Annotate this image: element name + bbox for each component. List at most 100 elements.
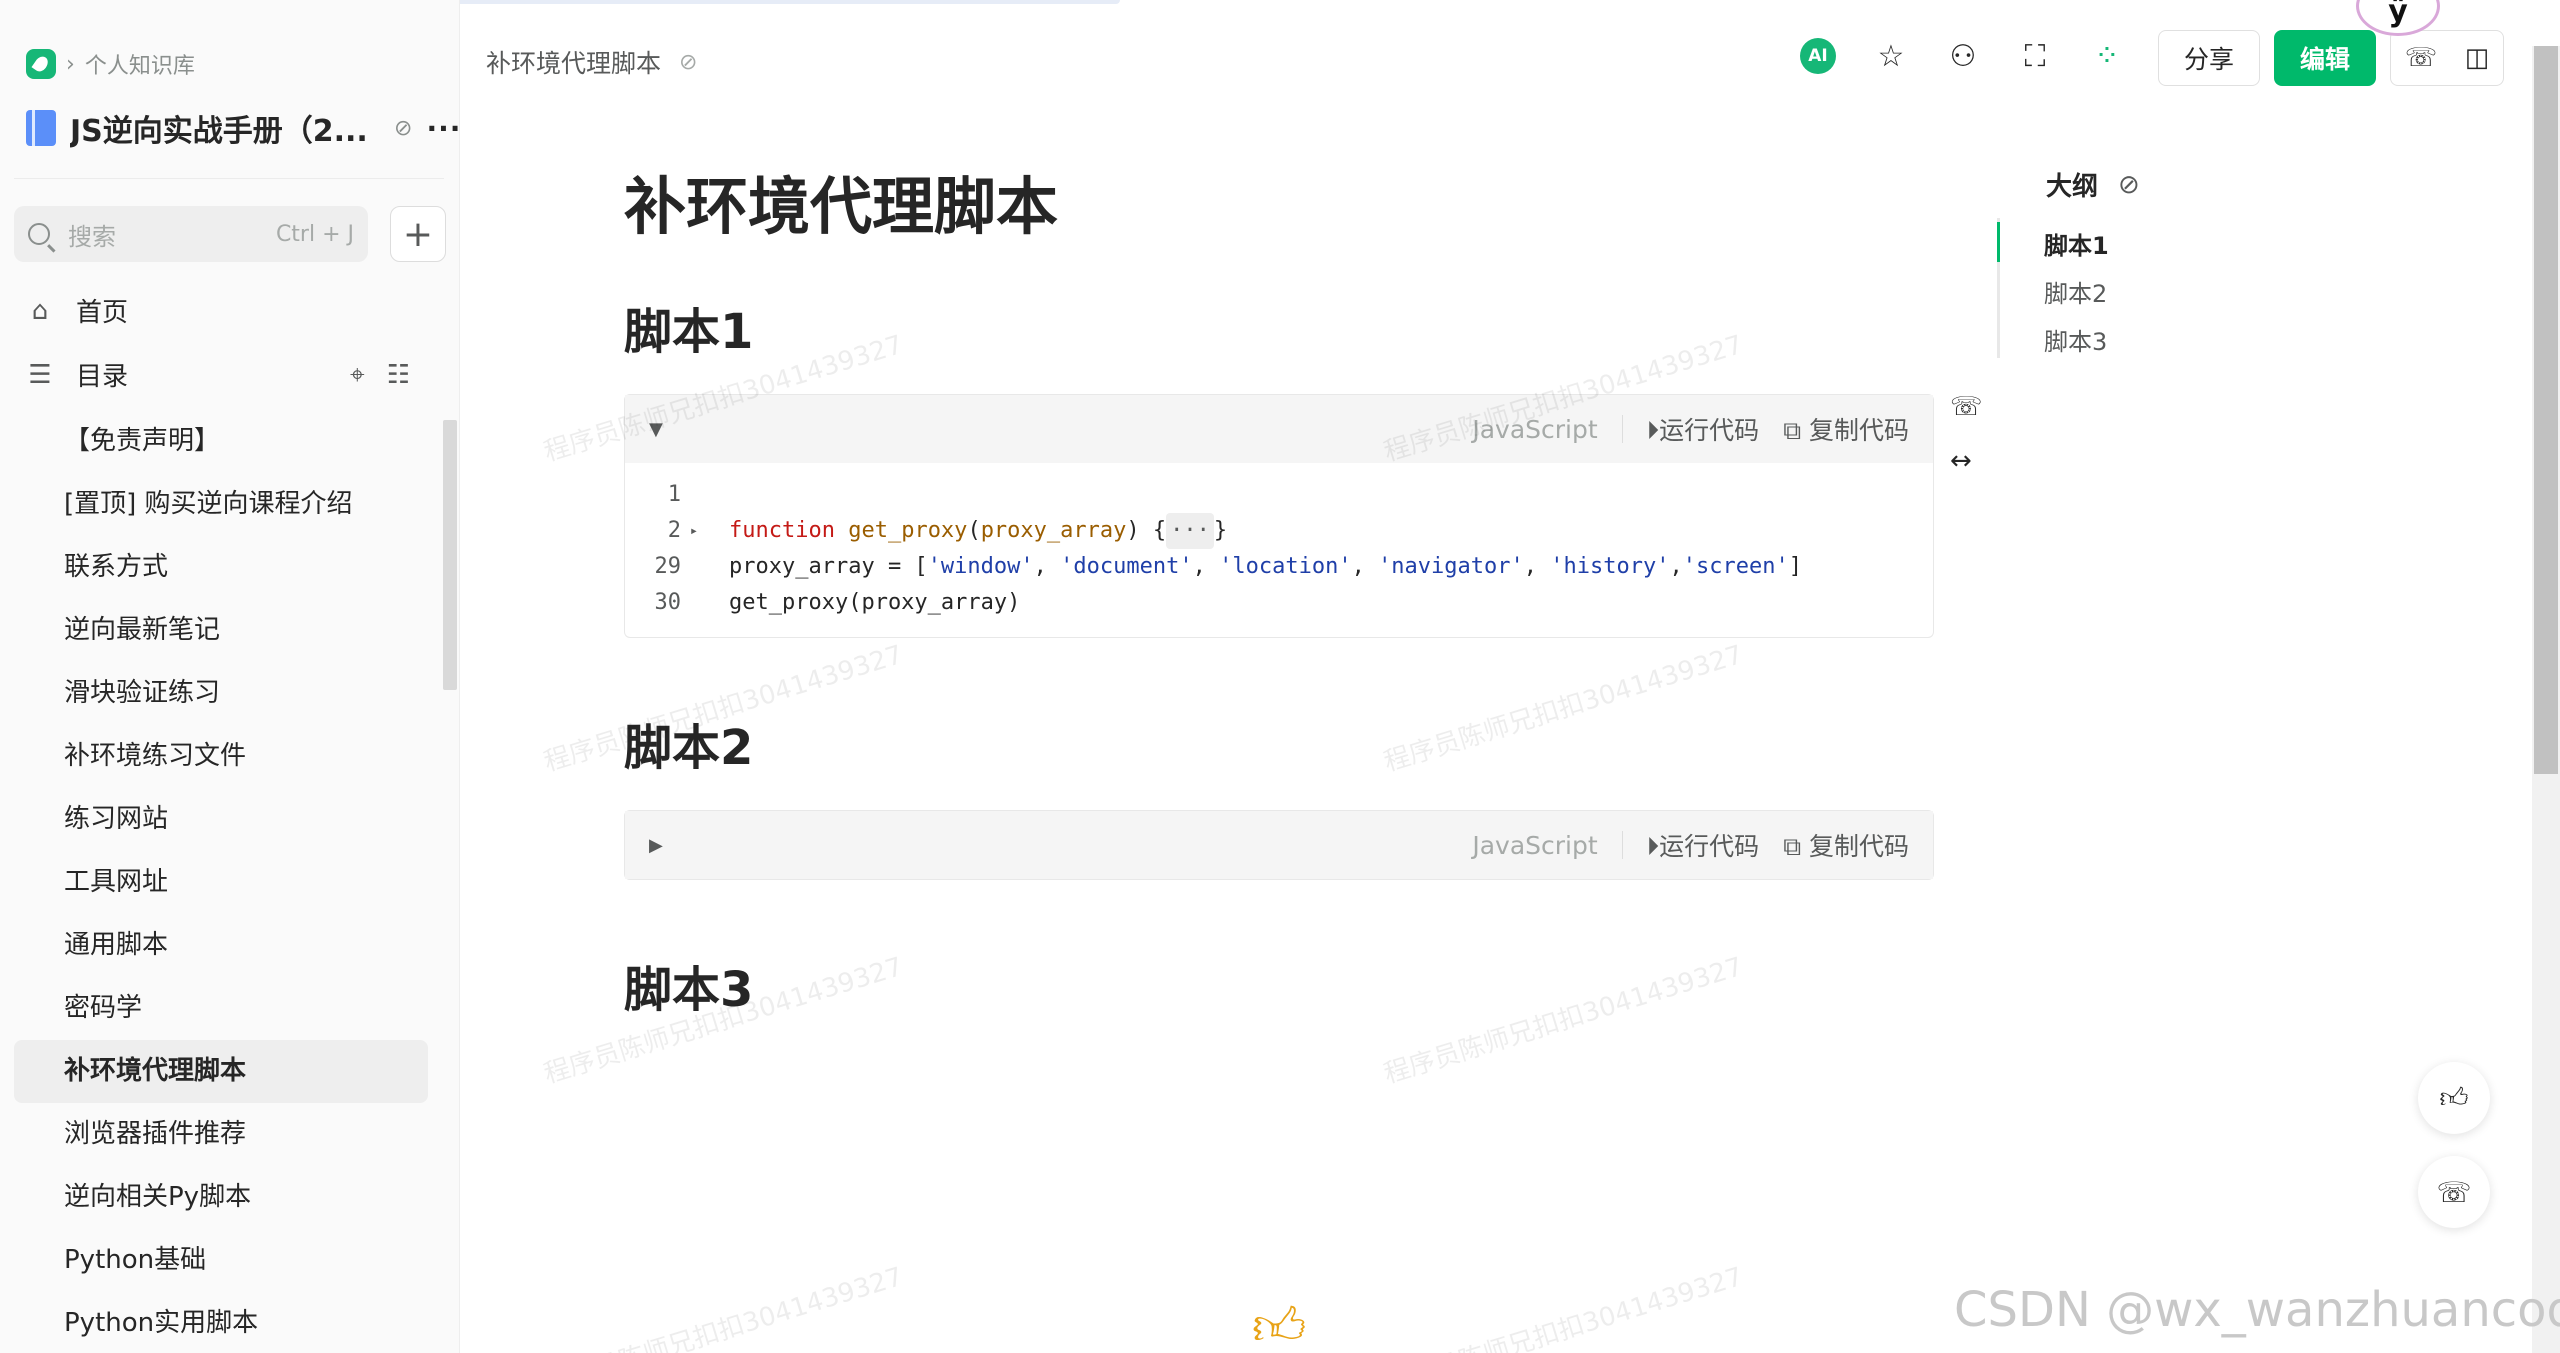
toc-item[interactable]: 逆向最新笔记: [14, 599, 428, 662]
line-number: 2: [667, 518, 681, 543]
toc-item[interactable]: 浏览器插件推荐: [14, 1103, 428, 1166]
run-code-button[interactable]: ⏵运行代码: [1647, 411, 1760, 447]
toc-item[interactable]: 逆向相关Py脚本: [14, 1166, 428, 1229]
toc-tools: ⌖ ☷: [350, 360, 410, 391]
sidebar-toggle-icon[interactable]: ◫: [2465, 43, 2490, 73]
toc-item[interactable]: Python基础: [14, 1229, 428, 1292]
outline-item[interactable]: 脚本3: [2044, 322, 2107, 357]
header-toolbar: AI ☆ ⚇ ⛶ ⁘: [1800, 38, 2124, 74]
code-body[interactable]: 1 2 ▸ function get_proxy(proxy_array) {·…: [625, 463, 1933, 637]
toc-item[interactable]: [置顶] 购买逆向课程介绍: [14, 473, 428, 536]
edit-button[interactable]: 编辑: [2274, 30, 2376, 86]
hide-outline-icon[interactable]: ⊘: [2118, 170, 2140, 200]
add-collaborator-icon[interactable]: ⚇: [1946, 39, 1980, 74]
outline-track: [1997, 218, 2000, 358]
divider: [1621, 831, 1623, 859]
search-input[interactable]: 搜索 Ctrl + J: [14, 206, 368, 262]
share-status-icon[interactable]: ⊘: [679, 50, 697, 75]
more-icon[interactable]: ···: [426, 112, 461, 145]
search-icon: [28, 223, 50, 245]
ai-icon[interactable]: AI: [1800, 38, 1836, 74]
toc-item[interactable]: 练习网站: [14, 788, 428, 851]
comment-icon[interactable]: ☏: [1950, 392, 1983, 422]
comment-icon: ☏: [2436, 1175, 2472, 1209]
collapse-toggle-icon[interactable]: ▼: [649, 419, 673, 440]
search-shortcut: Ctrl + J: [275, 221, 354, 247]
collapse-list-icon[interactable]: ☷: [387, 360, 410, 391]
home-icon: ⌂: [31, 295, 49, 326]
code-block-header: ▶ JavaScript ⏵运行代码 ⧉ 复制代码: [625, 811, 1933, 879]
code-language[interactable]: JavaScript: [1472, 415, 1597, 444]
nav-toc[interactable]: ☰ 目录: [26, 356, 128, 393]
sidebar-scrollbar[interactable]: [443, 420, 457, 690]
code-block-header: ▼ JavaScript ⏵运行代码 ⧉ 复制代码: [625, 395, 1933, 463]
run-code-button[interactable]: ⏵运行代码: [1647, 827, 1760, 863]
section-heading-3: 脚本3: [624, 962, 754, 1018]
fold-marker: [681, 585, 707, 621]
run-code-label: 运行代码: [1659, 832, 1760, 861]
app-logo-icon[interactable]: [26, 49, 56, 79]
breadcrumb[interactable]: › 个人知识库: [26, 48, 195, 80]
sidebar: › 个人知识库 JS逆向实战手册（2... ⊘ ··· 搜索 Ctrl + J …: [0, 0, 460, 1353]
toc-item[interactable]: 补环境练习文件: [14, 725, 428, 788]
header-title-text: 补环境代理脚本: [486, 49, 662, 78]
fold-expand-icon[interactable]: ▸: [681, 513, 707, 549]
code-text: get_proxy(proxy_array): [729, 590, 1021, 615]
breadcrumb-knowledge-base[interactable]: 个人知识库: [85, 48, 195, 80]
toc-item[interactable]: 补环境代理脚本: [14, 1040, 428, 1103]
nav-home[interactable]: ⌂ 首页: [26, 292, 128, 329]
toc-item[interactable]: 通用脚本: [14, 914, 428, 977]
code-line: 30 get_proxy(proxy_array): [625, 585, 1933, 621]
chevron-right-icon: ›: [66, 51, 75, 77]
copy-code-label: 复制代码: [1808, 416, 1909, 445]
line-number: 29: [654, 554, 682, 579]
divider: [14, 178, 444, 179]
copy-code-button[interactable]: ⧉ 复制代码: [1783, 827, 1909, 863]
page-scrollbar-thumb[interactable]: [2534, 46, 2558, 774]
toc-item[interactable]: 密码学: [14, 977, 428, 1040]
copy-code-label: 复制代码: [1808, 832, 1909, 861]
comment-float-button[interactable]: ☏: [2418, 1156, 2490, 1228]
book-title[interactable]: JS逆向实战手册（2...: [70, 106, 380, 150]
line-number: 30: [654, 590, 682, 615]
section-heading-1: 脚本1: [624, 304, 754, 360]
code-block-1: ▼ JavaScript ⏵运行代码 ⧉ 复制代码 1 2 ▸ function…: [624, 394, 1934, 638]
book-icon: [26, 110, 56, 146]
nav-home-label: 首页: [76, 298, 129, 328]
toc-item[interactable]: 工具网址: [14, 851, 428, 914]
copy-code-button[interactable]: ⧉ 复制代码: [1783, 411, 1909, 447]
run-code-label: 运行代码: [1659, 416, 1760, 445]
code-language[interactable]: JavaScript: [1472, 831, 1597, 860]
comment-icon[interactable]: ☏: [2405, 43, 2438, 73]
outline-item[interactable]: 脚本2: [2044, 274, 2107, 309]
watermark: 程序员陈师兄扣扣3041439327: [1380, 951, 1747, 1090]
locate-icon[interactable]: ⌖: [350, 360, 365, 391]
thumbs-up-icon[interactable]: 👍︎: [1252, 1296, 1306, 1353]
presentation-icon[interactable]: ⛶: [2018, 39, 2052, 74]
csdn-watermark: CSDN @wx_wanzhuancode: [1954, 1282, 2560, 1338]
code-text: proxy_array = ['window', 'document', 'lo…: [729, 554, 1802, 579]
header-right-group: ☏ ◫: [2390, 30, 2504, 86]
toc-item[interactable]: 滑块验证练习: [14, 662, 428, 725]
star-icon[interactable]: ☆: [1874, 39, 1908, 74]
expand-width-icon[interactable]: ↔: [1950, 446, 1983, 476]
add-button[interactable]: +: [390, 206, 446, 262]
outline-title-text: 大纲: [2046, 172, 2099, 202]
apps-icon[interactable]: ⁘: [2090, 39, 2124, 74]
toc-item[interactable]: Python实用脚本: [14, 1292, 428, 1353]
toc-item[interactable]: 【免责声明】: [14, 410, 428, 473]
fold-marker: [681, 477, 707, 513]
outline-item[interactable]: 脚本1: [2044, 226, 2109, 261]
code-text: function get_proxy(proxy_array) {···}: [707, 513, 1227, 549]
expand-toggle-icon[interactable]: ▶: [649, 835, 673, 856]
code-block-2: ▶ JavaScript ⏵运行代码 ⧉ 复制代码: [624, 810, 1934, 880]
header-doc-title: 补环境代理脚本 ⊘: [486, 44, 697, 80]
outline-title: 大纲 ⊘: [2046, 166, 2140, 203]
share-button[interactable]: 分享: [2158, 30, 2260, 86]
nav-toc-label: 目录: [76, 362, 129, 392]
like-float-button[interactable]: 👍︎: [2418, 1062, 2490, 1134]
book-header[interactable]: JS逆向实战手册（2... ⊘ ···: [26, 106, 461, 150]
code-line: 1: [625, 477, 1933, 513]
toc-item[interactable]: 联系方式: [14, 536, 428, 599]
